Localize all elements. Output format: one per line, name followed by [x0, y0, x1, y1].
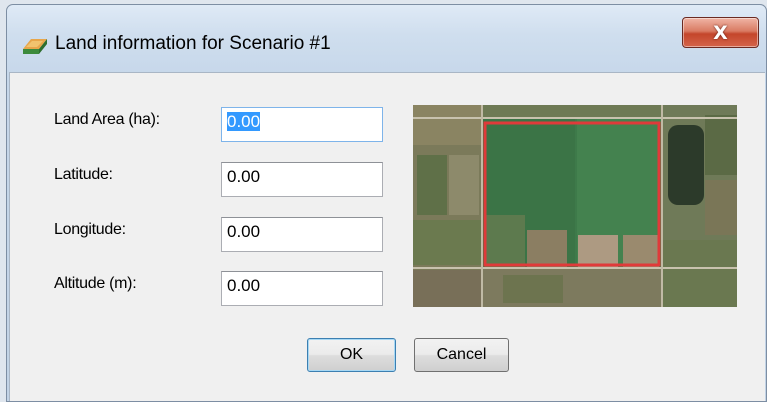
- land-icon: [23, 39, 47, 54]
- window-title: Land information for Scenario #1: [55, 33, 331, 54]
- ok-button[interactable]: OK: [307, 338, 396, 372]
- title-bar[interactable]: Land information for Scenario #1 X: [7, 5, 766, 71]
- land-area-label: Land Area (ha):: [54, 111, 160, 128]
- longitude-value: 0.00: [227, 222, 261, 241]
- dialog-window: Land information for Scenario #1 X Land …: [6, 4, 767, 402]
- latitude-input[interactable]: 0.00: [221, 162, 383, 197]
- close-icon: X: [713, 21, 728, 44]
- latitude-value: 0.00: [227, 167, 261, 186]
- altitude-label: Altitude (m):: [54, 275, 137, 292]
- longitude-input[interactable]: 0.00: [221, 217, 383, 252]
- longitude-label: Longitude:: [54, 221, 126, 238]
- altitude-value: 0.00: [227, 276, 261, 295]
- land-area-input[interactable]: 0.00: [221, 107, 383, 142]
- dialog-content: Land Area (ha): 0.00 Latitude: 0.00 Long…: [9, 72, 765, 401]
- land-area-value: 0.00: [227, 112, 261, 131]
- altitude-input[interactable]: 0.00: [221, 271, 383, 306]
- cancel-button[interactable]: Cancel: [414, 338, 509, 372]
- satellite-map-image: [413, 105, 737, 307]
- latitude-label: Latitude:: [54, 166, 113, 183]
- close-button[interactable]: X: [682, 17, 759, 48]
